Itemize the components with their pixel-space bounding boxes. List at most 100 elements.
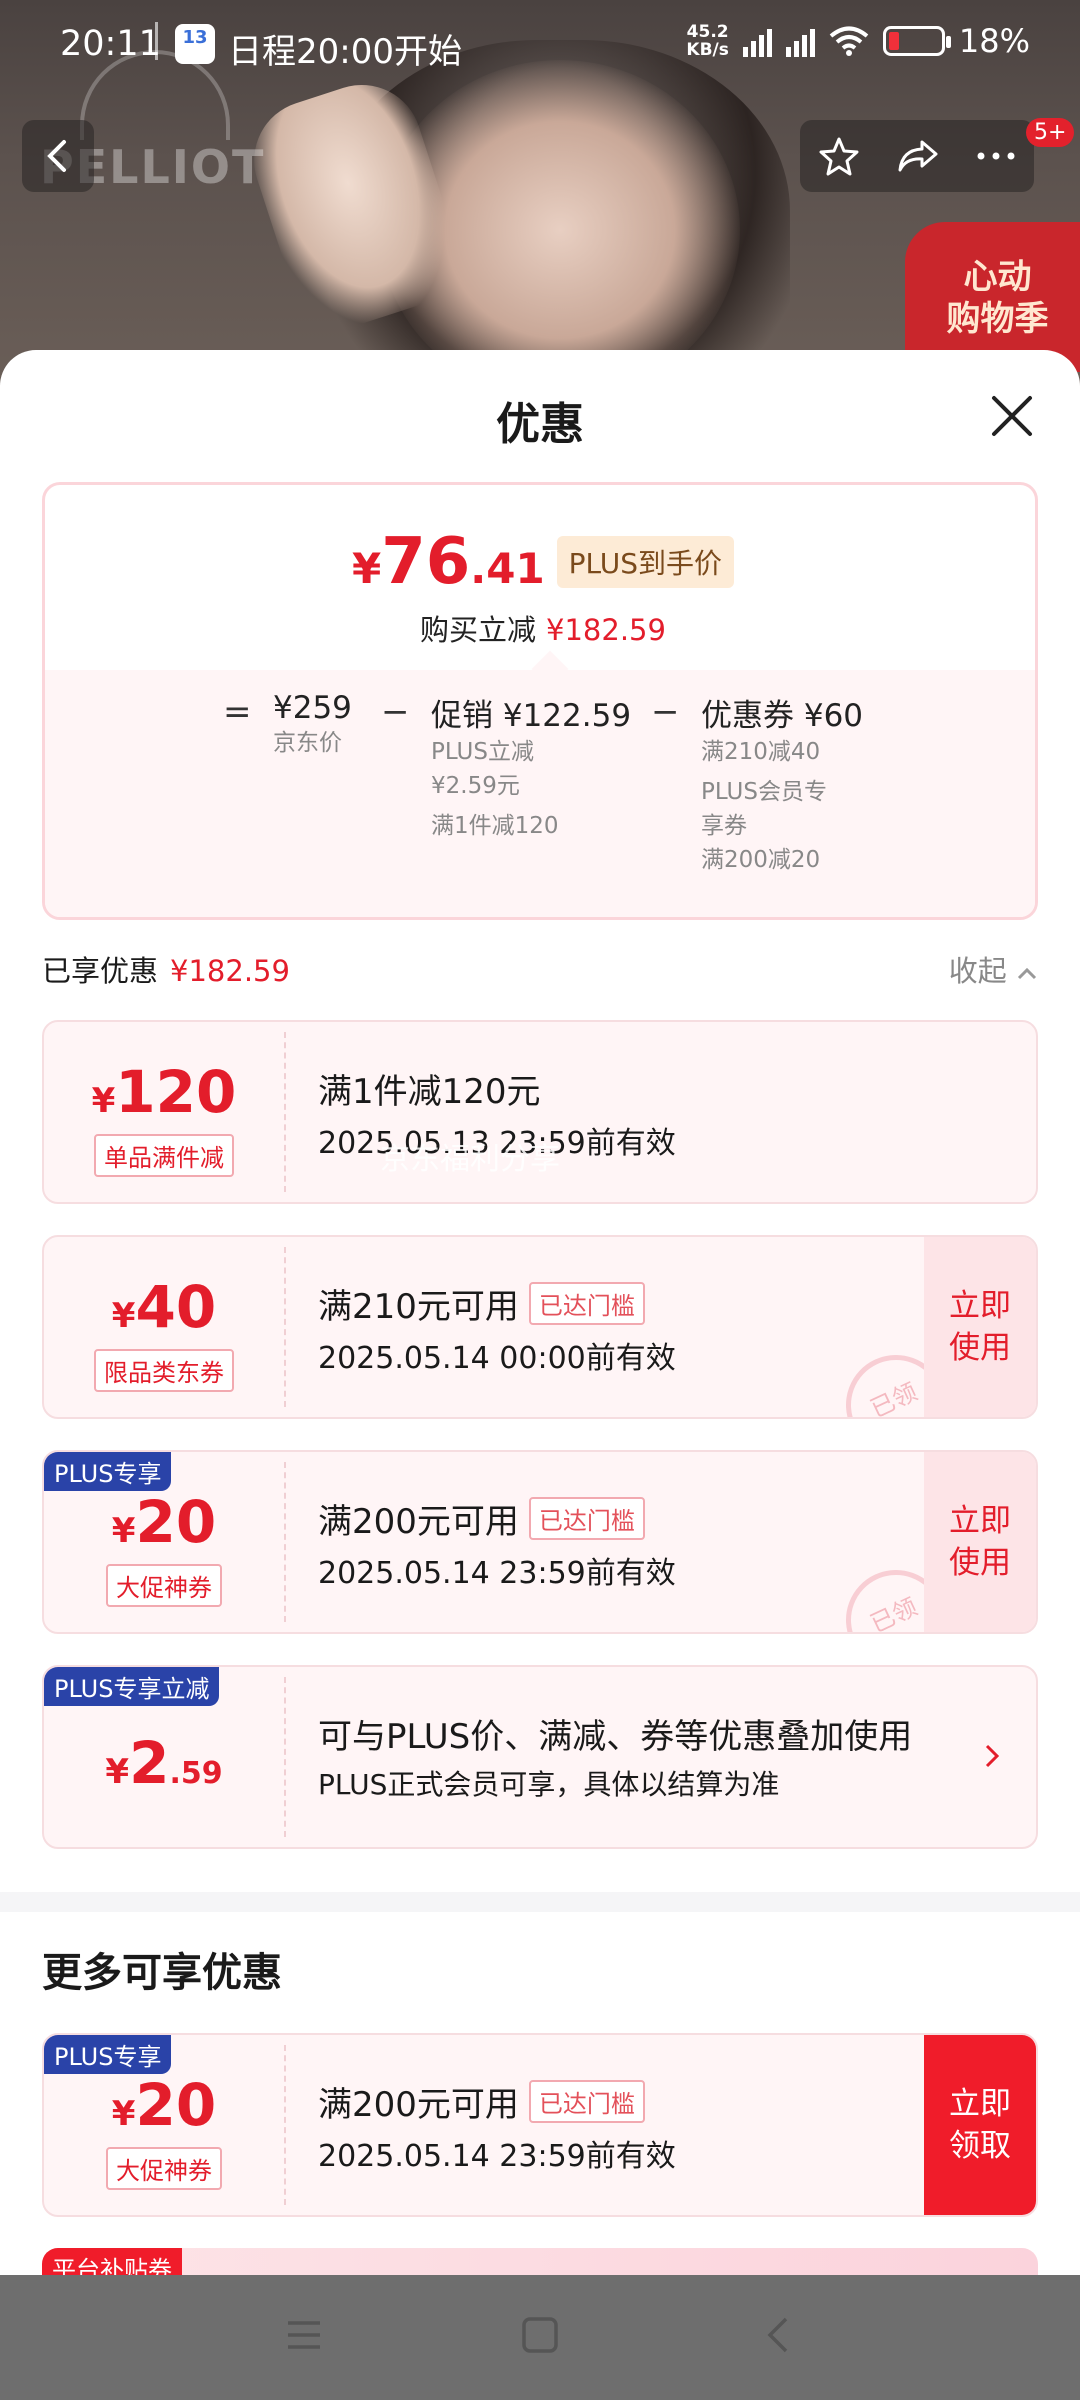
jd-price-block: ¥259 京东价 — [273, 690, 352, 760]
signal-icon-2 — [785, 25, 815, 57]
plus-exclusive-flag: PLUS专享立减 — [44, 1667, 220, 1706]
menu-icon[interactable] — [284, 2315, 324, 2355]
coupon-title: 满200元可用 已达门槛 — [318, 1494, 645, 1543]
reduce-line: 购买立减 ¥182.59 — [45, 607, 1035, 649]
coupon-divider — [284, 2045, 286, 2205]
promo-sub3: 满1件减120 — [431, 813, 559, 839]
equals-sign: = — [223, 692, 252, 732]
more-dots-icon[interactable] — [976, 151, 1016, 161]
coupon-title: 满200元可用 已达门槛 — [318, 2077, 645, 2126]
coupon-title: 可与PLUS价、满减、券等优惠叠加使用 — [318, 1717, 913, 1757]
minus-sign-2: − — [651, 692, 680, 732]
status-separator — [155, 22, 158, 60]
coupon-amount: ¥20 — [111, 1488, 217, 1556]
jd-price-label: 京东价 — [273, 730, 342, 756]
price-integer: 76 — [381, 525, 471, 599]
status-bar: 20:11 13 日程20:00开始 45.2 KB/s 18% — [0, 0, 1080, 90]
use-now-button[interactable]: 立即 使用 — [924, 1237, 1036, 1417]
net-speed: 45.2 KB/s — [686, 23, 728, 59]
watermark-text: 京东福利分享 — [380, 1142, 560, 1177]
status-indicators: 45.2 KB/s 18% — [686, 22, 1030, 60]
status-time: 20:11 — [60, 24, 161, 64]
platform-subsidy-flag: 平台补贴券 — [42, 2248, 182, 2275]
coupon-sub2: PLUS会员专 — [701, 779, 827, 805]
section-gap — [0, 1892, 1080, 1912]
reduce-label: 购买立减 — [420, 613, 537, 647]
chevron-right-icon — [985, 1744, 1000, 1768]
close-icon[interactable] — [986, 390, 1038, 442]
coupon-card: ¥120 单品满件减 满1件减120元 2025.05.13 23:59前有效 … — [42, 1020, 1038, 1204]
use-now-button[interactable]: 立即 使用 — [924, 1452, 1036, 1632]
system-nav-bar — [0, 2275, 1080, 2400]
price-summary-card: ¥ 76 .41 PLUS到手价 购买立减 ¥182.59 = ¥259 京东价 … — [42, 482, 1038, 920]
price-breakdown: = ¥259 京东价 − 促销 ¥122.59 PLUS立减 ¥2.59元 满1… — [45, 650, 1035, 917]
enjoyed-label: 已享优惠 — [42, 954, 159, 988]
battery-percent: 18% — [958, 22, 1030, 60]
signal-icon-1 — [742, 25, 772, 57]
share-icon[interactable] — [896, 136, 940, 176]
notification-badge: 5+ — [1026, 118, 1075, 147]
coupon-divider — [284, 1032, 286, 1192]
status-event: 日程20:00开始 — [228, 32, 462, 72]
reduce-amount: ¥182.59 — [546, 613, 666, 647]
back-nav-icon[interactable] — [758, 2315, 798, 2355]
promo-sub1: PLUS立减 — [431, 739, 534, 765]
final-price: ¥ 76 .41 PLUS到手价 — [45, 525, 1035, 599]
coupon-amount-block: ¥120 单品满件减 — [44, 1022, 284, 1202]
wifi-icon — [829, 26, 869, 56]
discount-sheet: 优惠 ¥ 76 .41 PLUS到手价 购买立减 ¥182.59 = ¥259 京… — [0, 350, 1080, 2275]
coupon-sub1: 满210减40 — [701, 739, 821, 765]
back-arrow-icon — [47, 140, 66, 172]
coupon-date: 2025.05.14 23:59前有效 — [318, 2139, 676, 2174]
favorite-star-icon[interactable] — [818, 135, 860, 177]
coupon-divider — [284, 1677, 286, 1837]
top-actions — [800, 120, 1034, 192]
threshold-reached-tag: 已达门槛 — [528, 2080, 645, 2123]
plus-exclusive-flag: PLUS专享 — [44, 1452, 172, 1491]
coupon-type-tag: 大促神券 — [106, 2147, 222, 2190]
threshold-reached-tag: 已达门槛 — [528, 1497, 645, 1540]
coupon-sub4: 满200减20 — [701, 847, 821, 873]
back-button[interactable] — [22, 120, 94, 192]
coupon-sub3: 享券 — [701, 813, 747, 839]
coupon-card: ¥40 限品类东券 满210元可用 已达门槛 2025.05.14 00:00前有… — [42, 1235, 1038, 1419]
collapse-label: 收起 — [948, 954, 1007, 988]
claim-now-button[interactable]: 立即 领取 — [924, 2035, 1036, 2215]
promo-badge-line1: 心动 — [963, 257, 1032, 297]
battery-icon — [882, 26, 951, 56]
coupon-note: PLUS正式会员可享，具体以结算为准 — [318, 1768, 780, 1801]
more-discounts-title: 更多可享优惠 — [42, 1950, 282, 1996]
promo-title: 促销 ¥122.59 — [431, 698, 632, 734]
coupon-block: 优惠券 ¥60 满210减40 PLUS会员专 享券 满200减20 — [701, 690, 863, 877]
jd-price: ¥259 — [273, 690, 352, 726]
coupon-card-peek: 平台补贴券 — [42, 2248, 1038, 2275]
coupon-amount: ¥40 — [111, 1273, 217, 1341]
net-speed-value: 45.2 — [686, 22, 729, 42]
coupon-total: 优惠券 ¥60 — [701, 698, 864, 734]
coupon-card: ¥20 大促神券 PLUS专享 满200元可用 已达门槛 2025.05.14 2… — [42, 2033, 1038, 2217]
plus-direct-discount-card[interactable]: ¥2.59 PLUS专享立减 可与PLUS价、满减、券等优惠叠加使用 PLUS正… — [42, 1665, 1038, 1849]
coupon-type-tag: 限品类东券 — [94, 1349, 234, 1392]
coupon-divider — [284, 1247, 286, 1407]
home-icon[interactable] — [520, 2315, 560, 2355]
price-summary-top: ¥ 76 .41 PLUS到手价 购买立减 ¥182.59 — [45, 485, 1035, 670]
sheet-title: 优惠 — [496, 399, 584, 450]
plus-price-tag: PLUS到手价 — [556, 536, 735, 588]
enjoyed-amount: ¥182.59 — [170, 954, 290, 988]
promo-block: 促销 ¥122.59 PLUS立减 ¥2.59元 满1件减120 — [431, 690, 631, 843]
collapse-toggle[interactable]: 收起 — [949, 948, 1038, 990]
price-currency: ¥ — [351, 544, 382, 593]
coupon-date: 2025.05.14 23:59前有效 — [318, 1556, 676, 1591]
promo-sub2: ¥2.59元 — [431, 773, 520, 799]
chevron-up-icon — [1017, 967, 1037, 980]
plus-exclusive-flag: PLUS专享 — [44, 2035, 172, 2074]
coupon-divider — [284, 1462, 286, 1622]
threshold-reached-tag: 已达门槛 — [528, 1282, 645, 1325]
coupon-type-tag: 单品满件减 — [94, 1134, 234, 1177]
coupon-type-tag: 大促神券 — [106, 1564, 222, 1607]
coupon-card: ¥20 大促神券 PLUS专享 满200元可用 已达门槛 2025.05.14 2… — [42, 1450, 1038, 1634]
coupon-title: 满210元可用 已达门槛 — [318, 1279, 645, 1328]
net-speed-unit: KB/s — [686, 40, 729, 60]
promo-badge-line2: 购物季 — [946, 299, 1049, 339]
calendar-icon: 13 — [175, 24, 215, 64]
